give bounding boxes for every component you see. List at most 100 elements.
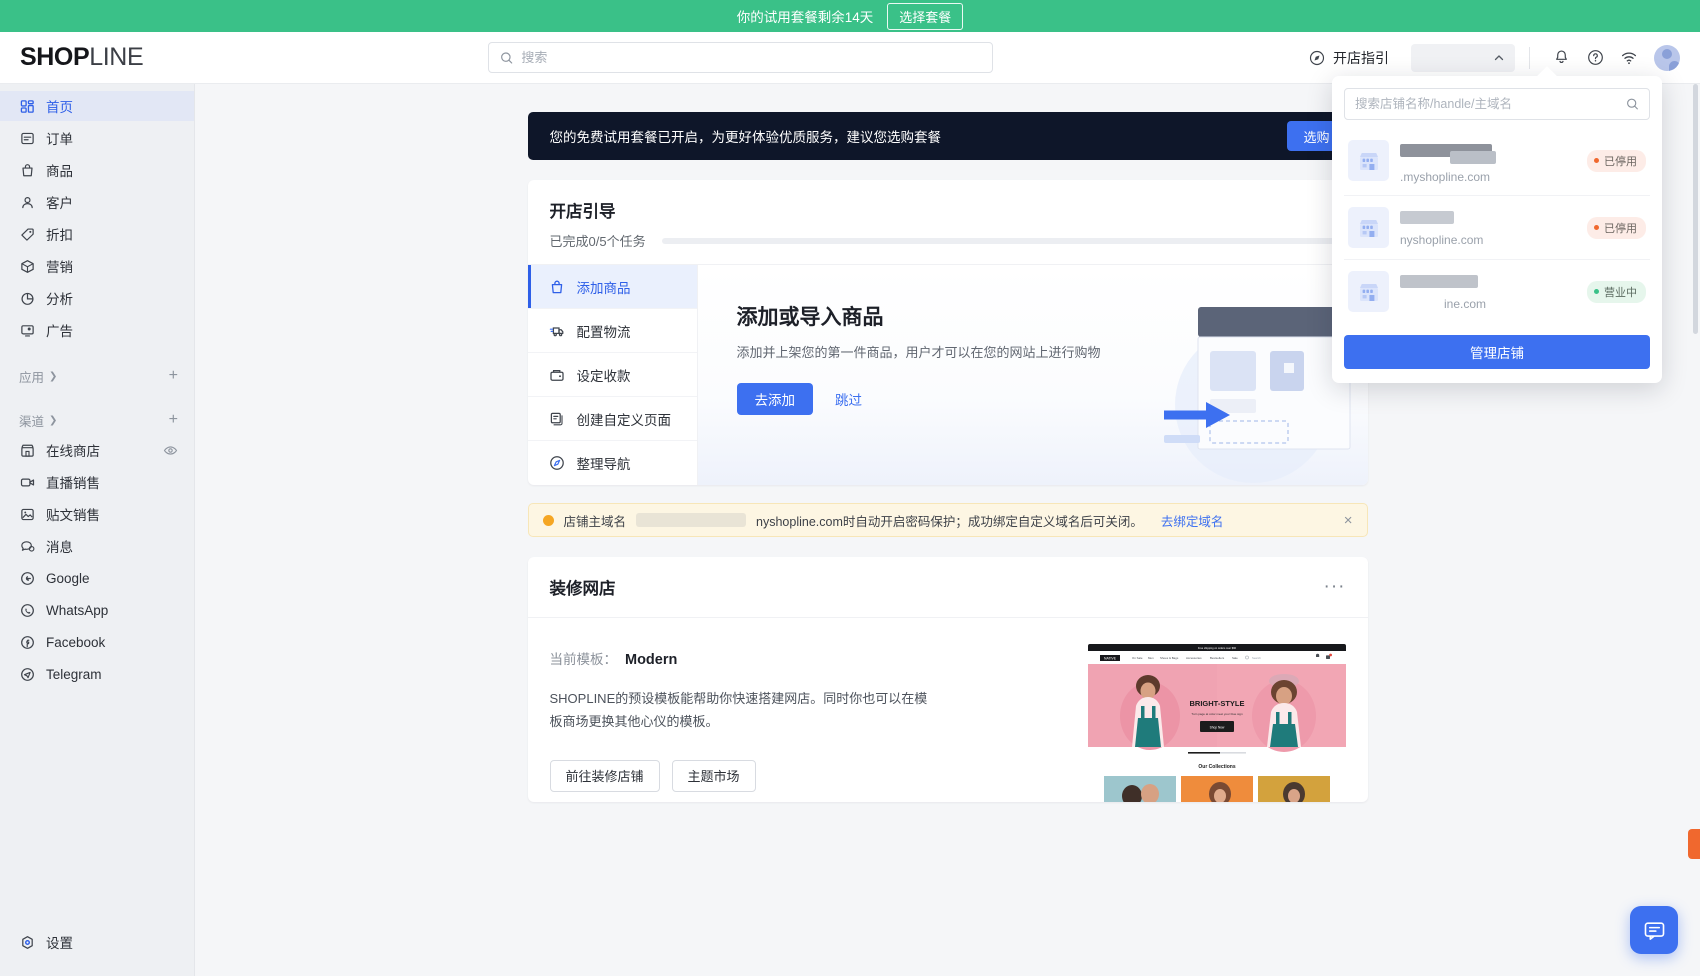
avatar-glyph <box>1654 45 1669 71</box>
sidebar-item-home[interactable]: 首页 <box>0 91 194 121</box>
sidebar-item-facebook[interactable]: Facebook <box>0 627 194 657</box>
skip-link[interactable]: 跳过 <box>835 389 862 409</box>
sidebar-item-label: Telegram <box>46 666 102 682</box>
sidebar-item-label: 消息 <box>46 540 73 555</box>
add-channel-button[interactable]: + <box>169 411 178 429</box>
redacted-store-name <box>1400 210 1454 224</box>
sidebar-item-whatsapp[interactable]: WhatsApp <box>0 595 194 625</box>
sidebar-item-label: 贴文销售 <box>46 508 100 523</box>
store-domain: nyshopline.com <box>1400 232 1484 247</box>
theme-description: SHOPLINE的预设模板能帮助你快速搭建网店。同时你也可以在模板商场更换其他心… <box>549 691 928 729</box>
sidebar-item-label: Facebook <box>46 634 106 650</box>
shopline-logo: SHOP LINE <box>20 43 144 72</box>
sidebar-item-messages[interactable]: 消息 <box>0 531 194 561</box>
svg-text:Our Collections: Our Collections <box>1198 764 1235 770</box>
telegram-icon <box>19 666 35 682</box>
setup-guide-label: 开店指引 <box>1333 49 1389 66</box>
upgrade-banner-text: 您的免费试用套餐已开启，为更好体验优质服务，建议您选购套餐 <box>549 130 942 145</box>
sidebar-item-label: 首页 <box>46 100 73 115</box>
domain-alert-label: 店铺主域名 <box>563 514 627 529</box>
theme-actions: 前往装修店铺 主题市场 <box>549 759 1058 792</box>
sidebar-item-discounts[interactable]: 折扣 <box>0 219 194 249</box>
task-label: 配置物流 <box>576 324 631 340</box>
channels-section-label: 渠道 <box>19 414 45 429</box>
task-label: 整理导航 <box>576 457 631 472</box>
connection-button[interactable] <box>1612 41 1646 75</box>
store-list-item[interactable]: .myshopline.com 已停用 <box>1344 126 1650 196</box>
sidebar-item-label: 营销 <box>46 260 73 275</box>
task-organize-navigation[interactable]: 整理导航 <box>528 441 697 485</box>
task-add-product[interactable]: 添加商品 <box>527 265 697 309</box>
sidebar-item-marketing[interactable]: 营销 <box>0 251 194 281</box>
sidebar-item-label: 分析 <box>46 292 73 307</box>
task-setup-payment[interactable]: 设定收款 <box>527 353 697 397</box>
upgrade-banner: 您的免费试用套餐已开启，为更好体验优质服务，建议您选购套餐 选购 <box>527 112 1368 160</box>
global-search[interactable] <box>488 42 993 73</box>
status-dot <box>1594 289 1599 294</box>
sidebar-item-label: 广告 <box>46 324 73 339</box>
close-icon[interactable]: × <box>1344 512 1353 529</box>
store-domain: ine.com <box>1444 296 1487 311</box>
chevron-right-icon: ❯ <box>49 414 58 426</box>
channels-section-header[interactable]: 渠道 ❯ + <box>0 406 194 434</box>
task-list: 添加商品 配置物流 设定收款 创建自定义页面 整理导航 <box>527 265 698 485</box>
message-icon <box>19 538 35 554</box>
add-app-button[interactable]: + <box>169 367 178 385</box>
apps-section-header[interactable]: 应用 ❯ + <box>0 362 194 390</box>
store-search[interactable] <box>1344 88 1650 120</box>
sidebar-item-post-selling[interactable]: 贴文销售 <box>0 499 194 529</box>
gear-icon <box>19 934 35 950</box>
dropdown-footer: 管理店铺 <box>1344 323 1650 383</box>
order-icon <box>19 130 35 146</box>
go-add-button[interactable]: 去添加 <box>736 383 813 415</box>
sidebar-item-google[interactable]: Google <box>0 563 194 593</box>
search-input[interactable] <box>521 50 981 65</box>
manage-stores-button[interactable]: 管理店铺 <box>1344 335 1650 369</box>
svg-text:Shoes & Bags: Shoes & Bags <box>1160 656 1179 660</box>
eye-icon[interactable] <box>163 443 178 458</box>
sidebar-item-products[interactable]: 商品 <box>0 155 194 185</box>
store-search-input[interactable] <box>1355 97 1619 111</box>
sidebar-item-orders[interactable]: 订单 <box>0 123 194 153</box>
task-create-page[interactable]: 创建自定义页面 <box>527 397 697 441</box>
status-label: 营业中 <box>1604 286 1637 299</box>
store-list-item[interactable]: nyshopline.com 已停用 <box>1344 196 1650 260</box>
apps-section-label: 应用 <box>19 370 45 385</box>
trial-banner-text: 你的试用套餐剩余14天 <box>736 10 874 25</box>
bind-domain-link[interactable]: 去绑定域名 <box>1161 511 1224 530</box>
side-feedback-tab[interactable] <box>1688 829 1700 859</box>
video-icon <box>19 474 35 490</box>
chat-button[interactable] <box>1630 906 1678 954</box>
help-button[interactable] <box>1578 41 1612 75</box>
task-configure-shipping[interactable]: 配置物流 <box>527 309 697 353</box>
customize-store-button[interactable]: 前往装修店铺 <box>549 759 660 792</box>
marketing-icon <box>19 258 35 274</box>
setup-guide-card: 开店引导 已完成0/5个任务 添加商品 配置物流 设定收款 创建自定义页面 整理… <box>527 180 1368 485</box>
sidebar-item-live-selling[interactable]: 直播销售 <box>0 467 194 497</box>
sidebar-item-telegram[interactable]: Telegram <box>0 659 194 689</box>
progress-bar <box>661 237 1346 244</box>
more-options-icon[interactable]: ··· <box>1324 576 1346 598</box>
sidebar-item-analytics[interactable]: 分析 <box>0 283 194 313</box>
store-list-item[interactable]: ine.com 营业中 <box>1344 260 1650 323</box>
theme-market-button[interactable]: 主题市场 <box>671 759 756 792</box>
logo[interactable]: SHOP LINE <box>0 43 195 72</box>
store-thumbnail <box>1348 207 1389 248</box>
svg-text:BRIGHT-STYLE: BRIGHT-STYLE <box>1189 699 1244 708</box>
product-icon <box>19 162 35 178</box>
choose-plan-button[interactable]: 选择套餐 <box>887 2 964 30</box>
sidebar-item-customers[interactable]: 客户 <box>0 187 194 217</box>
svg-text:Men: Men <box>1148 656 1154 660</box>
sidebar-item-online-store[interactable]: 在线商店 <box>0 435 194 465</box>
store-thumbnail <box>1348 140 1389 181</box>
sidebar-item-ads[interactable]: 广告 <box>0 315 194 345</box>
avatar[interactable] <box>1654 44 1680 71</box>
scrollbar[interactable] <box>1693 84 1698 334</box>
sidebar-item-settings[interactable]: 设置 <box>0 927 194 957</box>
theme-preview[interactable]: Free shipping on orders over $60 NATIVE … <box>1087 644 1346 802</box>
store-switcher[interactable] <box>1411 43 1515 72</box>
truck-icon <box>549 323 566 339</box>
task-detail-panel: 添加或导入商品 添加并上架您的第一件商品，用户才可以在您的网站上进行购物 去添加… <box>697 265 1368 485</box>
domain-alert: 店铺主域名 nyshopline.com时自动开启密码保护；成功绑定自定义域名后… <box>527 503 1368 537</box>
sidebar-footer: 设置 <box>0 926 194 976</box>
